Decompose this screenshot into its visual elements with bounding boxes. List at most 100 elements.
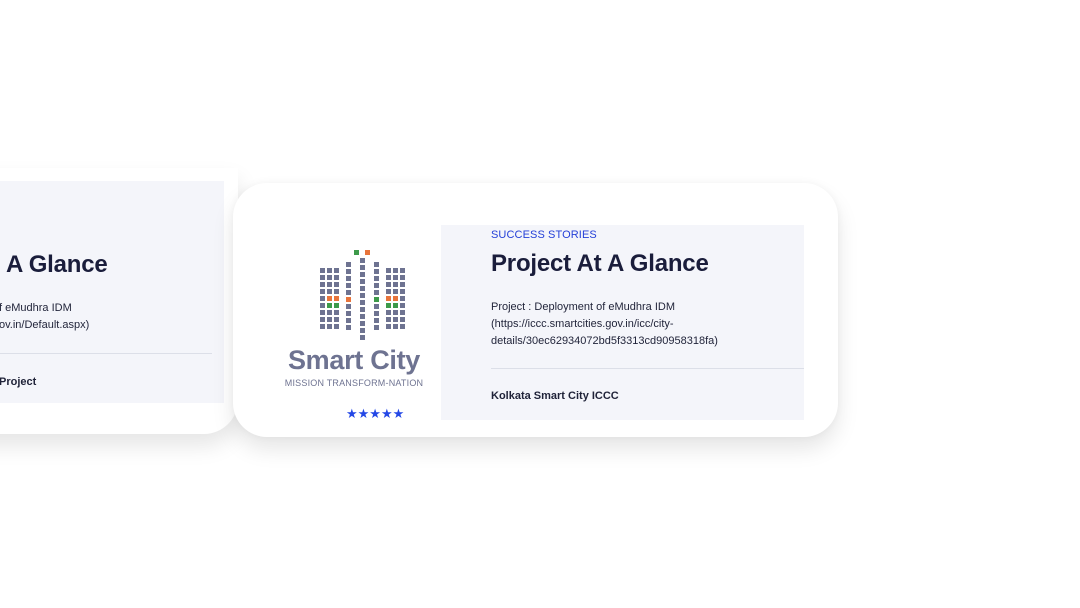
emblem-dot: [360, 286, 365, 291]
emblem-dot: [400, 289, 405, 294]
emblem-dot: [400, 275, 405, 280]
emblem-dot: [374, 290, 379, 295]
emblem-dot: [374, 297, 379, 302]
emblem-dot: [327, 324, 332, 329]
emblem-dot: [386, 268, 391, 273]
emblem-dot: [365, 250, 370, 255]
emblem-dot: [393, 289, 398, 294]
emblem-dot: [393, 268, 398, 273]
emblem-dot: [346, 297, 351, 302]
emblem-dot: [346, 276, 351, 281]
emblem-dot: [360, 321, 365, 326]
previous-card-title: A Glance: [6, 251, 108, 278]
emblem-dot: [360, 300, 365, 305]
emblem-dot: [386, 303, 391, 308]
emblem-dot: [386, 282, 391, 287]
previous-story-card[interactable]: A Glance f eMudhra IDM ov.in/Default.asp…: [0, 168, 238, 434]
emblem-dot: [346, 269, 351, 274]
story-content: SUCCESS STORIES Project At A Glance Proj…: [441, 225, 804, 420]
logo-name-text: Smart City: [287, 345, 421, 375]
emblem-dot: [334, 296, 339, 301]
carousel-stage: A Glance f eMudhra IDM ov.in/Default.asp…: [0, 0, 1080, 608]
emblem-dot: [334, 268, 339, 273]
success-story-card[interactable]: Smart City MISSION TRANSFORM-NATION ★★★★…: [233, 183, 838, 437]
emblem-dot: [386, 324, 391, 329]
emblem-dot: [386, 296, 391, 301]
emblem-dot: [346, 311, 351, 316]
emblem-dot: [327, 275, 332, 280]
emblem-dot: [393, 303, 398, 308]
emblem-dot: [393, 282, 398, 287]
emblem-dot: [334, 324, 339, 329]
rating-stars-icon: ★★★★★: [346, 406, 405, 421]
emblem-dot: [400, 303, 405, 308]
emblem-dot: [374, 304, 379, 309]
emblem-dot: [374, 318, 379, 323]
previous-card-footer: Project: [0, 376, 37, 388]
emblem-dot: [374, 325, 379, 330]
emblem-dot: [334, 275, 339, 280]
emblem-dot: [360, 265, 365, 270]
previous-card-content: A Glance f eMudhra IDM ov.in/Default.asp…: [0, 181, 224, 403]
emblem-dot: [393, 310, 398, 315]
emblem-dot: [374, 269, 379, 274]
emblem-dot: [334, 303, 339, 308]
emblem-dot: [360, 314, 365, 319]
emblem-dot: [320, 268, 325, 273]
story-client-label: Kolkata Smart City ICCC: [491, 390, 619, 402]
emblem-dot: [374, 311, 379, 316]
emblem-dot: [400, 310, 405, 315]
emblem-dot: [374, 283, 379, 288]
story-description: Project : Deployment of eMudhra IDM (htt…: [491, 299, 791, 350]
emblem-dot: [320, 282, 325, 287]
story-title: Project At A Glance: [491, 250, 709, 277]
emblem-dot: [334, 317, 339, 322]
emblem-dot: [327, 268, 332, 273]
emblem-dot: [386, 310, 391, 315]
emblem-dot: [393, 324, 398, 329]
emblem-dot: [334, 282, 339, 287]
previous-card-divider: [0, 353, 212, 354]
emblem-dot: [327, 317, 332, 322]
emblem-dot: [360, 293, 365, 298]
emblem-dot: [346, 262, 351, 267]
emblem-dot: [327, 282, 332, 287]
emblem-dot: [360, 258, 365, 263]
story-divider: [491, 368, 804, 369]
emblem-dot: [346, 325, 351, 330]
emblem-dot: [400, 296, 405, 301]
emblem-dot: [346, 318, 351, 323]
emblem-dot: [360, 272, 365, 277]
previous-card-description: f eMudhra IDM ov.in/Default.aspx): [0, 300, 224, 334]
emblem-dot: [400, 324, 405, 329]
story-description-line: details/30ec62934072bd5f3313cd90958318fa…: [491, 335, 718, 347]
previous-card-description-line: ov.in/Default.aspx): [0, 319, 90, 331]
logo-tagline: MISSION TRANSFORM-NATION: [284, 378, 424, 388]
emblem-dot: [320, 303, 325, 308]
emblem-dot: [346, 304, 351, 309]
previous-card-description-line: f eMudhra IDM: [0, 302, 72, 314]
emblem-dot: [334, 289, 339, 294]
emblem-dot: [327, 296, 332, 301]
story-description-line: Project : Deployment of eMudhra IDM: [491, 301, 676, 313]
emblem-dot: [320, 296, 325, 301]
emblem-dot: [320, 310, 325, 315]
emblem-dot: [327, 310, 332, 315]
emblem-dot: [360, 279, 365, 284]
emblem-dot: [360, 335, 365, 340]
emblem-dot: [386, 275, 391, 280]
smart-city-emblem-icon: [320, 250, 405, 340]
smart-city-logo: Smart City MISSION TRANSFORM-NATION ★★★★…: [268, 225, 440, 421]
section-eyebrow: SUCCESS STORIES: [491, 229, 597, 241]
emblem-dot: [346, 290, 351, 295]
emblem-dot: [327, 303, 332, 308]
emblem-dot: [334, 310, 339, 315]
emblem-dot: [360, 307, 365, 312]
emblem-dot: [320, 275, 325, 280]
emblem-dot: [400, 317, 405, 322]
emblem-dot: [393, 317, 398, 322]
story-description-line: (https://iccc.smartcities.gov.in/icc/cit…: [491, 318, 674, 330]
emblem-dot: [320, 324, 325, 329]
emblem-dot: [354, 250, 359, 255]
emblem-dot: [327, 289, 332, 294]
